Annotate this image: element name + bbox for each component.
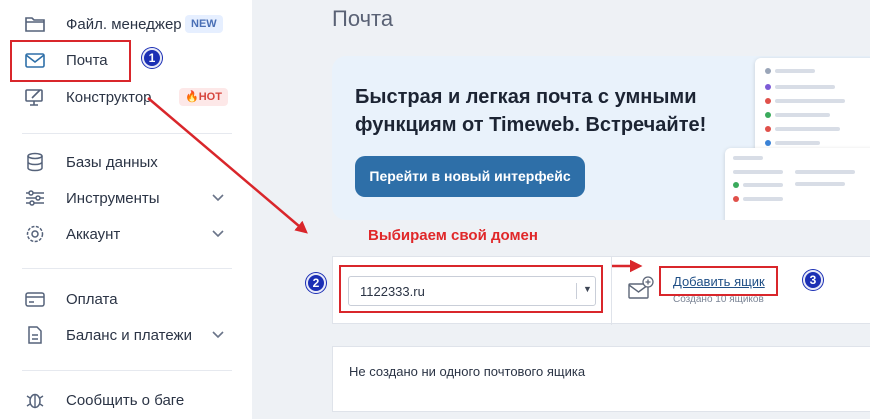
sliders-icon bbox=[26, 190, 44, 206]
hot-badge: 🔥HOT bbox=[179, 88, 228, 106]
chevron-down-icon bbox=[212, 230, 224, 238]
sidebar-item-report-bug[interactable]: Сообщить о баге bbox=[0, 382, 245, 418]
sidebar-item-constructor[interactable]: Конструктор 🔥HOT bbox=[0, 79, 245, 115]
step-badge-3: 3 bbox=[803, 270, 823, 290]
sidebar-item-label: Конструктор bbox=[66, 89, 152, 106]
chevron-down-icon bbox=[212, 194, 224, 202]
sidebar-item-tools[interactable]: Инструменты bbox=[0, 180, 245, 216]
sidebar-item-file-manager[interactable]: Файл. менеджер NEW bbox=[0, 6, 245, 42]
sidebar-item-label: Файл. менеджер bbox=[66, 16, 182, 33]
banner-text: Быстрая и легкая почта с умными функциям… bbox=[355, 86, 707, 136]
sidebar-item-account[interactable]: Аккаунт bbox=[0, 216, 245, 252]
sidebar-item-label: Аккаунт bbox=[66, 226, 121, 243]
highlight-domain-select bbox=[339, 265, 603, 313]
sidebar-item-label: Инструменты bbox=[66, 190, 160, 207]
sidebar-item-balance[interactable]: Баланс и платежи bbox=[0, 317, 245, 353]
gear-icon bbox=[26, 225, 44, 243]
sidebar-divider bbox=[22, 133, 232, 134]
instruction-caption: Выбираем свой домен bbox=[368, 227, 538, 244]
document-icon bbox=[28, 326, 42, 344]
fire-icon: 🔥 bbox=[185, 91, 199, 103]
credit-card-icon bbox=[25, 292, 45, 307]
highlight-add-mailbox bbox=[659, 266, 778, 296]
add-mailbox-icon[interactable] bbox=[628, 276, 654, 300]
folder-icon bbox=[25, 17, 45, 32]
sidebar-item-label: Базы данных bbox=[66, 154, 158, 171]
sidebar-item-label: Сообщить о баге bbox=[66, 392, 185, 409]
monitor-brush-icon bbox=[25, 89, 43, 106]
chevron-down-icon bbox=[212, 331, 224, 339]
promo-banner: Быстрая и легкая почта с умными функциям… bbox=[332, 56, 870, 220]
sidebar-item-label: Оплата bbox=[66, 291, 118, 308]
new-badge: NEW bbox=[185, 15, 223, 33]
mailbox-list-panel: Не создано ни одного почтового ящика bbox=[332, 346, 870, 412]
page-title: Почта bbox=[332, 6, 394, 31]
database-icon bbox=[27, 152, 43, 172]
panel-divider bbox=[611, 257, 612, 325]
step-badge-2: 2 bbox=[306, 273, 326, 293]
sidebar-item-label: Баланс и платежи bbox=[66, 327, 192, 344]
step-badge-1: 1 bbox=[142, 48, 162, 68]
sidebar-divider bbox=[22, 268, 232, 269]
empty-state-message: Не создано ни одного почтового ящика bbox=[349, 364, 586, 379]
sidebar-item-databases[interactable]: Базы данных bbox=[0, 144, 245, 180]
interface-preview-image bbox=[725, 148, 870, 220]
highlight-mail bbox=[10, 40, 131, 82]
sidebar-item-payment[interactable]: Оплата bbox=[0, 281, 245, 317]
bug-icon bbox=[26, 393, 44, 409]
new-interface-button[interactable]: Перейти в новый интерфейс bbox=[355, 156, 585, 197]
sidebar-divider bbox=[22, 370, 232, 371]
